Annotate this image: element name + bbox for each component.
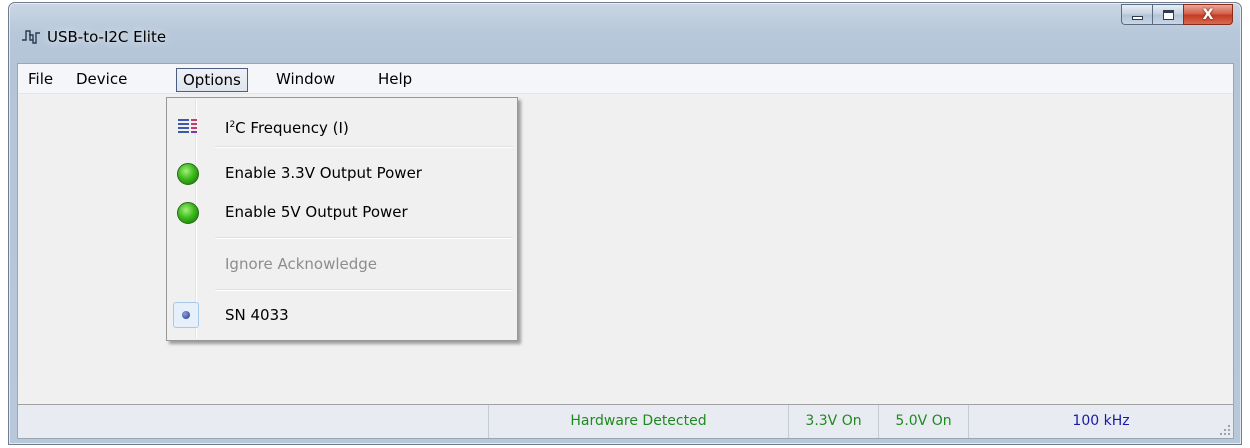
caption-buttons: X <box>1121 4 1233 26</box>
label-rest: C Frequency (I) <box>235 119 349 137</box>
close-icon: X <box>1202 6 1214 23</box>
radio-dot <box>182 311 190 319</box>
menu-item-label: SN 4033 <box>225 306 289 324</box>
menu-help[interactable]: Help <box>372 68 418 92</box>
menu-device[interactable]: Device <box>70 68 133 92</box>
status-bar: Hardware Detected 3.3V On 5.0V On 100 kH… <box>18 404 1233 438</box>
menu-separator <box>215 146 513 148</box>
menu-options[interactable]: Options <box>176 68 248 92</box>
status-5v: 5.0V On <box>878 405 968 438</box>
menu-item-label: Ignore Acknowledge <box>225 255 378 273</box>
menu-separator <box>215 289 513 291</box>
usb-logic-icon <box>22 30 40 44</box>
menu-item-label: Enable 3.3V Output Power <box>225 164 422 182</box>
window-title: USB-to-I2C Elite <box>47 28 167 46</box>
maximize-button[interactable] <box>1152 4 1183 25</box>
minimize-icon <box>1131 16 1143 20</box>
status-frequency: 100 kHz <box>968 405 1233 438</box>
menu-item-i2c-frequency[interactable]: I2C Frequency (I) <box>169 110 515 140</box>
close-button[interactable]: X <box>1183 4 1233 25</box>
menu-item-label: I2C Frequency (I) <box>225 110 349 143</box>
menu-item-label: Enable 5V Output Power <box>225 203 408 221</box>
status-3v3: 3.3V On <box>788 405 878 438</box>
menu-item-serial-number[interactable]: SN 4033 <box>169 300 515 330</box>
menu-separator <box>215 237 513 239</box>
green-status-icon <box>177 202 199 224</box>
green-status-icon <box>177 163 199 185</box>
radio-selected-icon <box>173 302 199 328</box>
status-hardware: Hardware Detected <box>488 405 788 438</box>
menu-window[interactable]: Window <box>270 68 341 92</box>
menu-bar: File Device Options Window Help <box>18 64 1233 94</box>
title-bar[interactable]: USB-to-I2C Elite X <box>9 3 1241 63</box>
menu-file[interactable]: File <box>22 68 59 92</box>
maximize-icon <box>1162 9 1174 20</box>
menu-item-enable-5v[interactable]: Enable 5V Output Power <box>169 197 515 227</box>
status-empty <box>18 405 488 438</box>
menu-item-enable-3v3[interactable]: Enable 3.3V Output Power <box>169 158 515 188</box>
options-dropdown-menu: I2C Frequency (I) Enable 3.3V Output Pow… <box>166 97 518 341</box>
resize-grip-icon[interactable] <box>1219 424 1231 436</box>
minimize-button[interactable] <box>1121 4 1152 25</box>
frequency-list-icon <box>178 119 197 133</box>
menu-item-ignore-acknowledge[interactable]: Ignore Acknowledge <box>169 249 515 279</box>
